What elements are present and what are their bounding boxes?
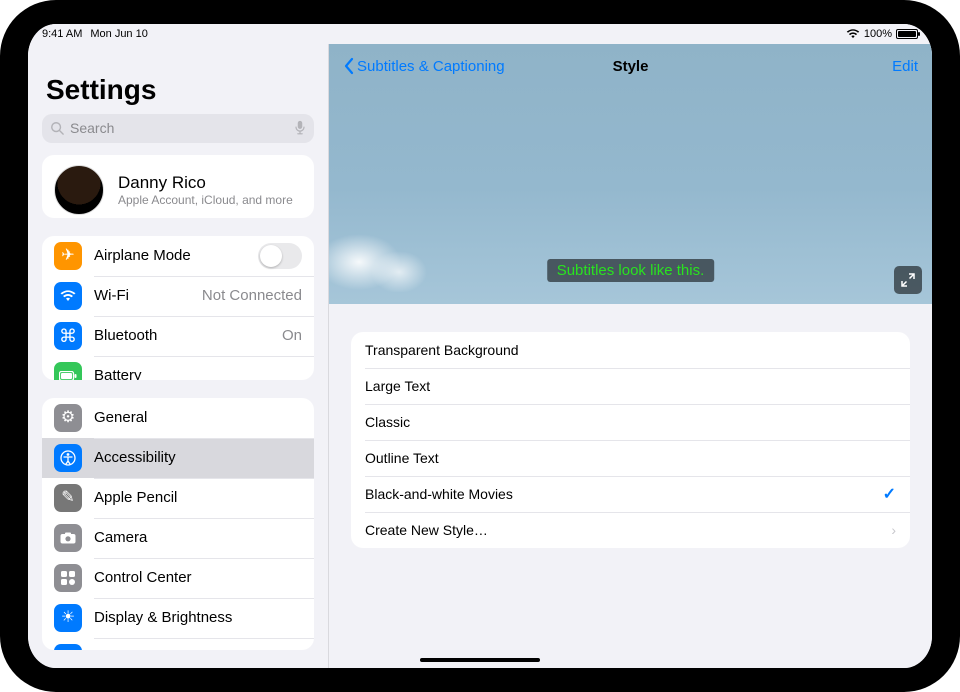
sidebar-item-home-screen[interactable]: Home Screen & App Library: [42, 638, 314, 650]
style-option-row[interactable]: Classic: [351, 404, 910, 440]
search-field[interactable]: [42, 114, 314, 143]
style-options-group: Transparent Background Large Text Classic O…: [351, 332, 910, 548]
style-option-label: Transparent Background: [365, 342, 519, 358]
chevron-right-icon: ›: [891, 522, 896, 538]
device-frame: 9:41 AM Mon Jun 10 100% Settings: [0, 0, 960, 692]
style-option-row[interactable]: Outline Text: [351, 440, 910, 476]
sidebar-item-control-center[interactable]: Control Center: [42, 558, 314, 598]
sidebar-item-display-brightness[interactable]: ☀ Display & Brightness: [42, 598, 314, 638]
status-bar: 9:41 AM Mon Jun 10 100%: [28, 24, 932, 44]
sidebar-item-accessibility[interactable]: Accessibility: [42, 438, 314, 478]
battery-icon: [896, 29, 918, 39]
home-indicator: [420, 658, 540, 662]
pencil-icon: ✎: [54, 484, 82, 512]
expand-preview-button[interactable]: [894, 266, 922, 294]
control-center-icon: [54, 564, 82, 592]
subtitle-preview: Subtitles & Captioning Style Edit Subtit…: [329, 44, 932, 304]
gear-icon: ⚙: [54, 404, 82, 432]
airplane-icon: ✈: [54, 242, 82, 270]
style-option-label: Create New Style…: [365, 522, 488, 538]
status-time: 9:41 AM: [42, 28, 82, 40]
battery-settings-icon: [54, 362, 82, 380]
wifi-settings-icon: [54, 282, 82, 310]
style-option-row[interactable]: Transparent Background: [351, 332, 910, 368]
sidebar-item-airplane-mode[interactable]: ✈ Airplane Mode: [42, 236, 314, 276]
camera-icon: [54, 524, 82, 552]
mic-icon[interactable]: [294, 120, 306, 136]
sidebar-item-apple-pencil[interactable]: ✎ Apple Pencil: [42, 478, 314, 518]
checkmark-icon: ✓: [883, 484, 896, 504]
main-pane: Subtitles & Captioning Style Edit Subtit…: [328, 44, 932, 668]
battery-pct: 100%: [864, 28, 892, 40]
style-option-row[interactable]: Create New Style… ›: [351, 512, 910, 548]
wifi-icon: [846, 29, 860, 39]
style-option-label: Large Text: [365, 378, 430, 394]
avatar: [54, 165, 104, 215]
style-option-label: Outline Text: [365, 450, 439, 466]
sidebar-item-bluetooth[interactable]: ⌘ Bluetooth On: [42, 316, 314, 356]
account-row[interactable]: Danny Rico Apple Account, iCloud, and mo…: [42, 155, 314, 218]
account-subtitle: Apple Account, iCloud, and more: [118, 193, 293, 207]
style-option-label: Classic: [365, 414, 410, 430]
cloud-decoration: [329, 222, 439, 292]
style-option-label: Black-and-white Movies: [365, 486, 513, 502]
edit-button[interactable]: Edit: [892, 58, 918, 75]
account-name: Danny Rico: [118, 173, 293, 193]
back-button[interactable]: Subtitles & Captioning: [343, 57, 505, 75]
chevron-left-icon: [343, 57, 355, 75]
subtitle-sample-text: Subtitles look like this.: [547, 259, 715, 282]
settings-sidebar: Settings Danny Rico Apple Account, iClou…: [28, 44, 328, 668]
accessibility-icon: [54, 444, 82, 472]
airplane-toggle[interactable]: [258, 243, 302, 269]
style-option-row[interactable]: Large Text: [351, 368, 910, 404]
status-date: Mon Jun 10: [90, 28, 147, 40]
search-icon: [50, 121, 64, 135]
sidebar-item-wifi[interactable]: Wi-Fi Not Connected: [42, 276, 314, 316]
expand-icon: [901, 273, 915, 287]
sidebar-item-general[interactable]: ⚙ General: [42, 398, 314, 438]
brightness-icon: ☀: [54, 604, 82, 632]
bluetooth-icon: ⌘: [54, 322, 82, 350]
style-option-row[interactable]: Black-and-white Movies ✓: [351, 476, 910, 512]
page-title: Settings: [28, 52, 328, 114]
home-screen-icon: [54, 644, 82, 650]
sidebar-item-camera[interactable]: Camera: [42, 518, 314, 558]
search-input[interactable]: [70, 120, 288, 136]
sidebar-item-battery[interactable]: Battery: [42, 356, 314, 380]
